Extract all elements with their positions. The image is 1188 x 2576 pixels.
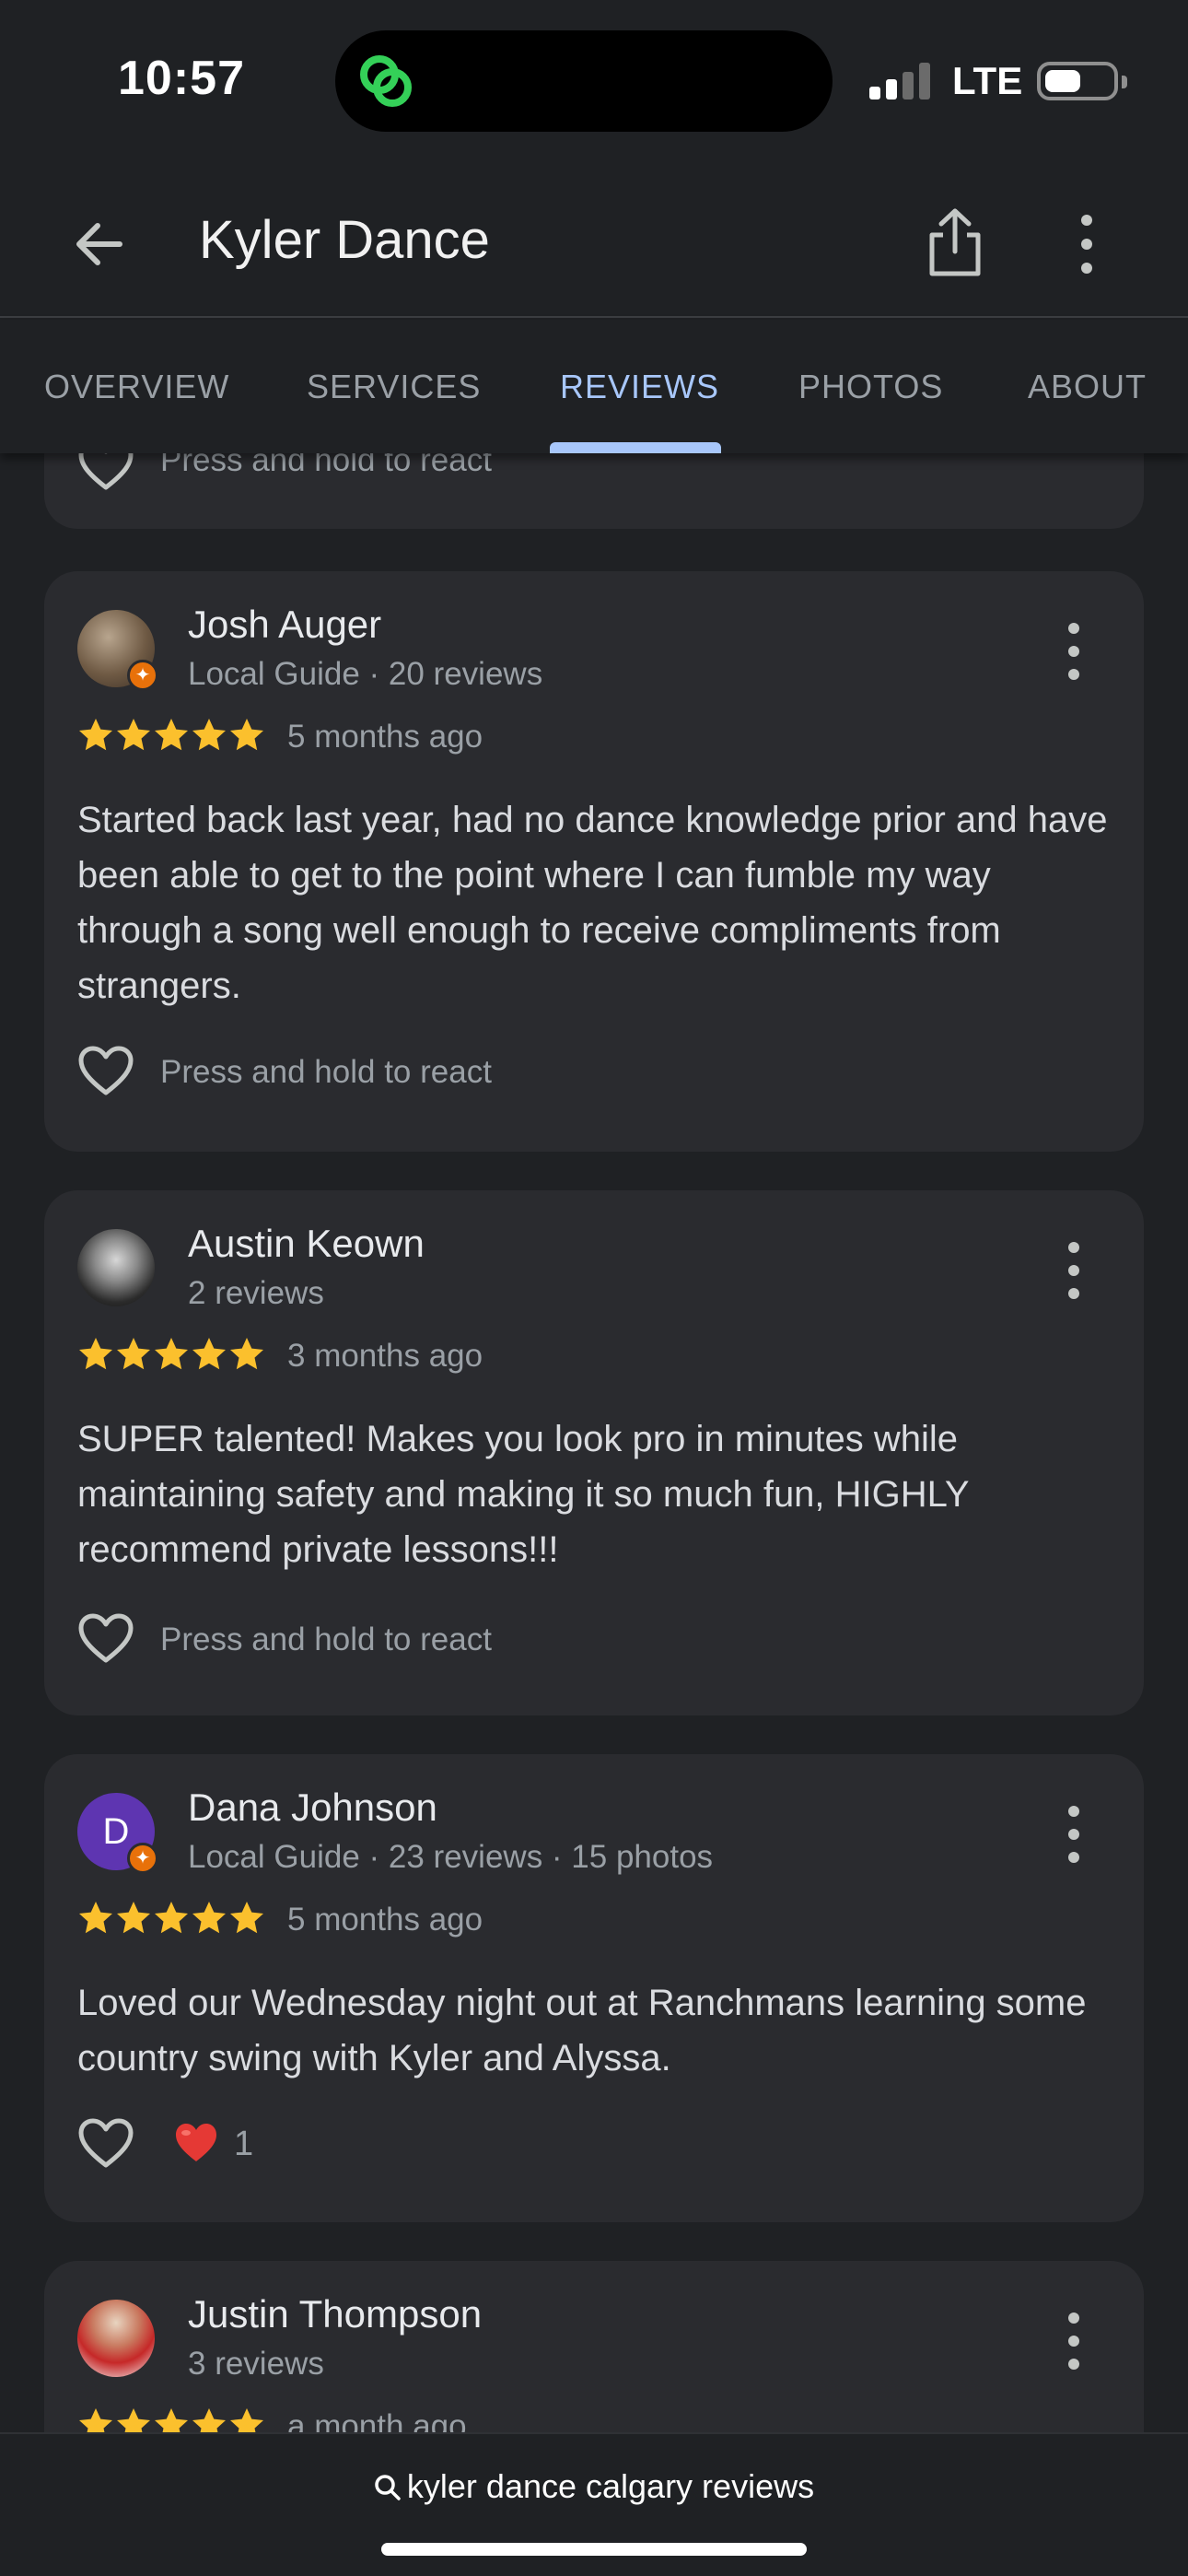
review-more-options-icon[interactable]: [1055, 1238, 1092, 1303]
review-time: 3 months ago: [287, 1338, 483, 1374]
avatar[interactable]: ✦: [77, 610, 158, 691]
dynamic-island: [335, 30, 833, 132]
avatar[interactable]: D ✦: [77, 1793, 158, 1874]
star-icon: [192, 2408, 226, 2432]
search-query-text: kyler dance calgary reviews: [406, 2467, 815, 2505]
star-icon: [155, 2408, 188, 2432]
reviewer-meta: Local Guide · 20 reviews: [188, 656, 543, 692]
review-card: Justin Thompson 3 reviews a month ago: [44, 2261, 1144, 2432]
star-icon: [155, 719, 188, 751]
star-icon: [117, 1338, 150, 1370]
reviews-list[interactable]: Press and hold to react ✦ Josh Auger Loc…: [0, 453, 1188, 2432]
app-bar: Kyler Dance: [0, 161, 1188, 318]
avatar[interactable]: [77, 2300, 155, 2377]
star-icon: [117, 1902, 150, 1934]
star-icon: [192, 1338, 226, 1370]
heart-react-icon[interactable]: [77, 2117, 134, 2169]
heart-react-icon[interactable]: [77, 1612, 134, 1664]
status-bar: 10:57 LTE: [0, 0, 1188, 161]
review-card: D ✦ Dana Johnson Local Guide · 23 review…: [44, 1754, 1144, 2222]
search-icon: [375, 2475, 401, 2500]
react-label: Press and hold to react: [160, 1622, 492, 1657]
reviewer-name[interactable]: Josh Auger: [188, 603, 381, 647]
review-time: a month ago: [287, 2408, 467, 2432]
react-label: Press and hold to react: [160, 453, 492, 478]
tab-about[interactable]: ABOUT: [1028, 368, 1147, 406]
red-heart-reaction-icon[interactable]: [173, 2121, 219, 2165]
star-icon: [230, 719, 263, 751]
tab-services[interactable]: SERVICES: [307, 368, 481, 406]
review-text: Started back last year, had no dance kno…: [77, 800, 1108, 1006]
star-icon: [155, 1902, 188, 1934]
local-guide-badge-icon: ✦: [127, 660, 158, 691]
review-time: 5 months ago: [287, 719, 483, 755]
heart-react-icon[interactable]: [77, 453, 134, 491]
reviewer-meta: 3 reviews: [188, 2346, 324, 2382]
tab-overview[interactable]: OVERVIEW: [44, 368, 229, 406]
review-more-options-icon[interactable]: [1055, 2309, 1092, 2373]
review-card: Press and hold to react: [44, 453, 1144, 529]
review-text: Loved our Wednesday night out at Ranchma…: [77, 1983, 1087, 2078]
network-type: LTE: [952, 59, 1023, 102]
reviewer-meta: 2 reviews: [188, 1275, 324, 1311]
star-icon: [79, 1902, 112, 1934]
reviewer-name[interactable]: Justin Thompson: [188, 2292, 482, 2336]
reviewer-name[interactable]: Austin Keown: [188, 1222, 425, 1266]
page-title: Kyler Dance: [199, 210, 490, 270]
star-icon: [117, 2408, 150, 2432]
local-guide-badge-icon: ✦: [127, 1843, 158, 1874]
star-icon: [79, 2408, 112, 2432]
review-text: SUPER talented! Makes you look pro in mi…: [77, 1419, 969, 1570]
bottom-search-bar: kyler dance calgary reviews: [0, 2432, 1188, 2576]
status-time: 10:57: [118, 52, 245, 105]
home-indicator[interactable]: [381, 2543, 807, 2556]
cellular-signal-icon: [869, 63, 934, 100]
back-arrow-icon[interactable]: [64, 209, 134, 279]
star-icon: [230, 1338, 263, 1370]
heart-react-icon[interactable]: [77, 1045, 134, 1096]
avatar[interactable]: [77, 1229, 155, 1306]
star-icon: [192, 719, 226, 751]
review-more-options-icon[interactable]: [1055, 619, 1092, 684]
reaction-count: 1: [234, 2125, 254, 2163]
more-options-icon[interactable]: [1068, 207, 1105, 281]
reviewer-name[interactable]: Dana Johnson: [188, 1786, 437, 1830]
tab-reviews[interactable]: REVIEWS: [560, 368, 719, 406]
tab-photos[interactable]: PHOTOS: [798, 368, 943, 406]
star-icon: [192, 1902, 226, 1934]
review-time: 5 months ago: [287, 1902, 483, 1938]
active-tab-indicator: [550, 442, 721, 453]
tab-bar: OVERVIEW SERVICES REVIEWS PHOTOS ABOUT: [0, 320, 1188, 453]
star-icon: [155, 1338, 188, 1370]
star-icon: [230, 1902, 263, 1934]
star-icon: [79, 719, 112, 751]
battery-icon: [1037, 62, 1127, 100]
star-icon: [230, 2408, 263, 2432]
star-icon: [79, 1338, 112, 1370]
star-icon: [117, 719, 150, 751]
share-icon[interactable]: [923, 205, 987, 279]
react-label: Press and hold to react: [160, 1054, 492, 1090]
review-more-options-icon[interactable]: [1055, 1802, 1092, 1867]
search-query-chip[interactable]: kyler dance calgary reviews: [0, 2467, 1188, 2506]
link-app-icon: [360, 55, 412, 107]
reviewer-meta: Local Guide · 23 reviews · 15 photos: [188, 1839, 714, 1875]
review-card: Austin Keown 2 reviews 3 months ago SUPE…: [44, 1190, 1144, 1715]
review-card: ✦ Josh Auger Local Guide · 20 reviews 5 …: [44, 571, 1144, 1152]
